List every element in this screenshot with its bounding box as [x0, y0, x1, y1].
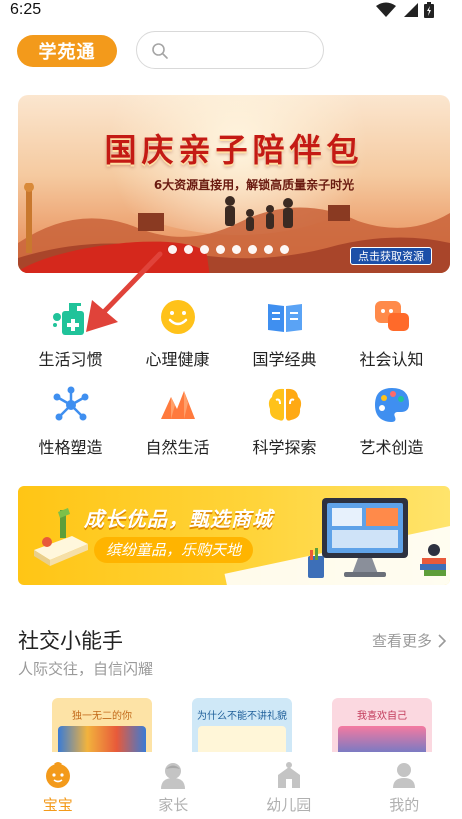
chat-bubbles-icon [372, 297, 412, 337]
hero-title: 国庆亲子陪伴包 [104, 131, 364, 169]
nav-tab-mine[interactable]: 我的 [347, 752, 462, 819]
status-icons [376, 2, 434, 18]
baby-face-icon [45, 762, 70, 788]
network-icon [51, 385, 91, 425]
book-title: 我喜欢自己 [357, 711, 407, 722]
hero-banner[interactable]: 国庆亲子陪伴包 6大资源直接用，解锁高质量亲子时光 点击获取资源 [18, 95, 450, 273]
mountains-icon [158, 385, 198, 425]
category-label: 性格塑造 [38, 438, 103, 457]
category-label: 心理健康 [145, 350, 210, 369]
carousel-dot[interactable] [232, 245, 241, 254]
carousel-dot[interactable] [184, 245, 193, 254]
nav-label: 宝宝 [42, 796, 73, 814]
category-science[interactable]: 科学探索 [231, 385, 338, 473]
carousel-dot[interactable] [216, 245, 225, 254]
nav-tab-parent[interactable]: 家长 [116, 752, 232, 819]
kindergarten-building-icon [277, 762, 300, 788]
carousel-dot[interactable] [264, 245, 273, 254]
book-card[interactable]: 我喜欢自己 [332, 698, 432, 758]
nav-label: 我的 [389, 796, 420, 814]
category-chinese-classics[interactable]: 国学经典 [231, 297, 338, 385]
mall-banner[interactable]: 成长优品，甄选商城 缤纷童品，乐购天地 [18, 486, 450, 585]
open-book-icon [265, 297, 305, 337]
profile-icon [393, 763, 416, 788]
carousel-dot[interactable] [200, 245, 209, 254]
see-more-link[interactable]: 查看更多 [372, 630, 446, 651]
status-time: 6:25 [10, 1, 42, 18]
category-label: 生活习惯 [38, 350, 103, 369]
carousel-dot[interactable] [168, 245, 177, 254]
hero-subtitle: 6大资源直接用，解锁高质量亲子时光 [153, 178, 355, 192]
category-label: 自然生活 [145, 438, 210, 457]
nav-tab-baby[interactable]: 宝宝 [0, 752, 116, 819]
nav-tab-kindergarten[interactable]: 幼儿园 [231, 752, 347, 819]
nav-label: 幼儿园 [266, 796, 312, 814]
see-more-label: 查看更多 [371, 632, 432, 650]
brain-icon [265, 385, 305, 425]
book-title: 独一无二的你 [72, 711, 132, 722]
bottom-nav: 宝宝 家长 幼儿园 我的 [0, 752, 462, 819]
category-nature-life[interactable]: 自然生活 [124, 385, 231, 473]
cellular-signal-icon [404, 3, 418, 17]
palette-icon [372, 385, 412, 425]
category-label: 科学探索 [252, 438, 317, 457]
books-illustration [34, 508, 88, 566]
battery-icon [424, 2, 434, 18]
category-label: 社会认知 [359, 350, 424, 369]
book-card[interactable]: 独一无二的你 [52, 698, 152, 758]
chevron-right-icon [438, 633, 446, 648]
carousel-dot[interactable] [280, 245, 289, 254]
wifi-icon [376, 2, 396, 17]
category-social-cognition[interactable]: 社会认知 [338, 297, 445, 385]
search-icon [152, 43, 168, 59]
category-art[interactable]: 艺术创造 [338, 385, 445, 473]
search-input[interactable] [175, 39, 315, 61]
nav-label: 家长 [158, 796, 189, 814]
status-bar: 6:25 [0, 0, 462, 22]
section-subtitle: 人际交往，自信闪耀 [18, 660, 154, 678]
mall-title: 成长优品，甄选商城 [84, 507, 273, 531]
book-title: 为什么不能不讲礼貌 [197, 711, 287, 722]
pointer-arrow-icon [86, 251, 163, 332]
section-title: 社交小能手 [18, 629, 123, 653]
category-personality[interactable]: 性格塑造 [17, 385, 124, 473]
learning-tablet-illustration [308, 498, 446, 578]
carousel-dots [168, 245, 289, 254]
hero-cta-button[interactable]: 点击获取资源 [350, 247, 432, 265]
parent-avatar-icon [161, 763, 186, 789]
category-label: 国学经典 [252, 350, 317, 369]
category-label: 艺术创造 [359, 438, 424, 457]
brand-logo: 学苑通 [17, 35, 117, 67]
book-card[interactable]: 为什么不能不讲礼貌 [192, 698, 292, 758]
carousel-dot[interactable] [248, 245, 257, 254]
mall-subtitle: 缤纷童品，乐购天地 [94, 537, 254, 563]
search-box[interactable] [136, 31, 324, 69]
